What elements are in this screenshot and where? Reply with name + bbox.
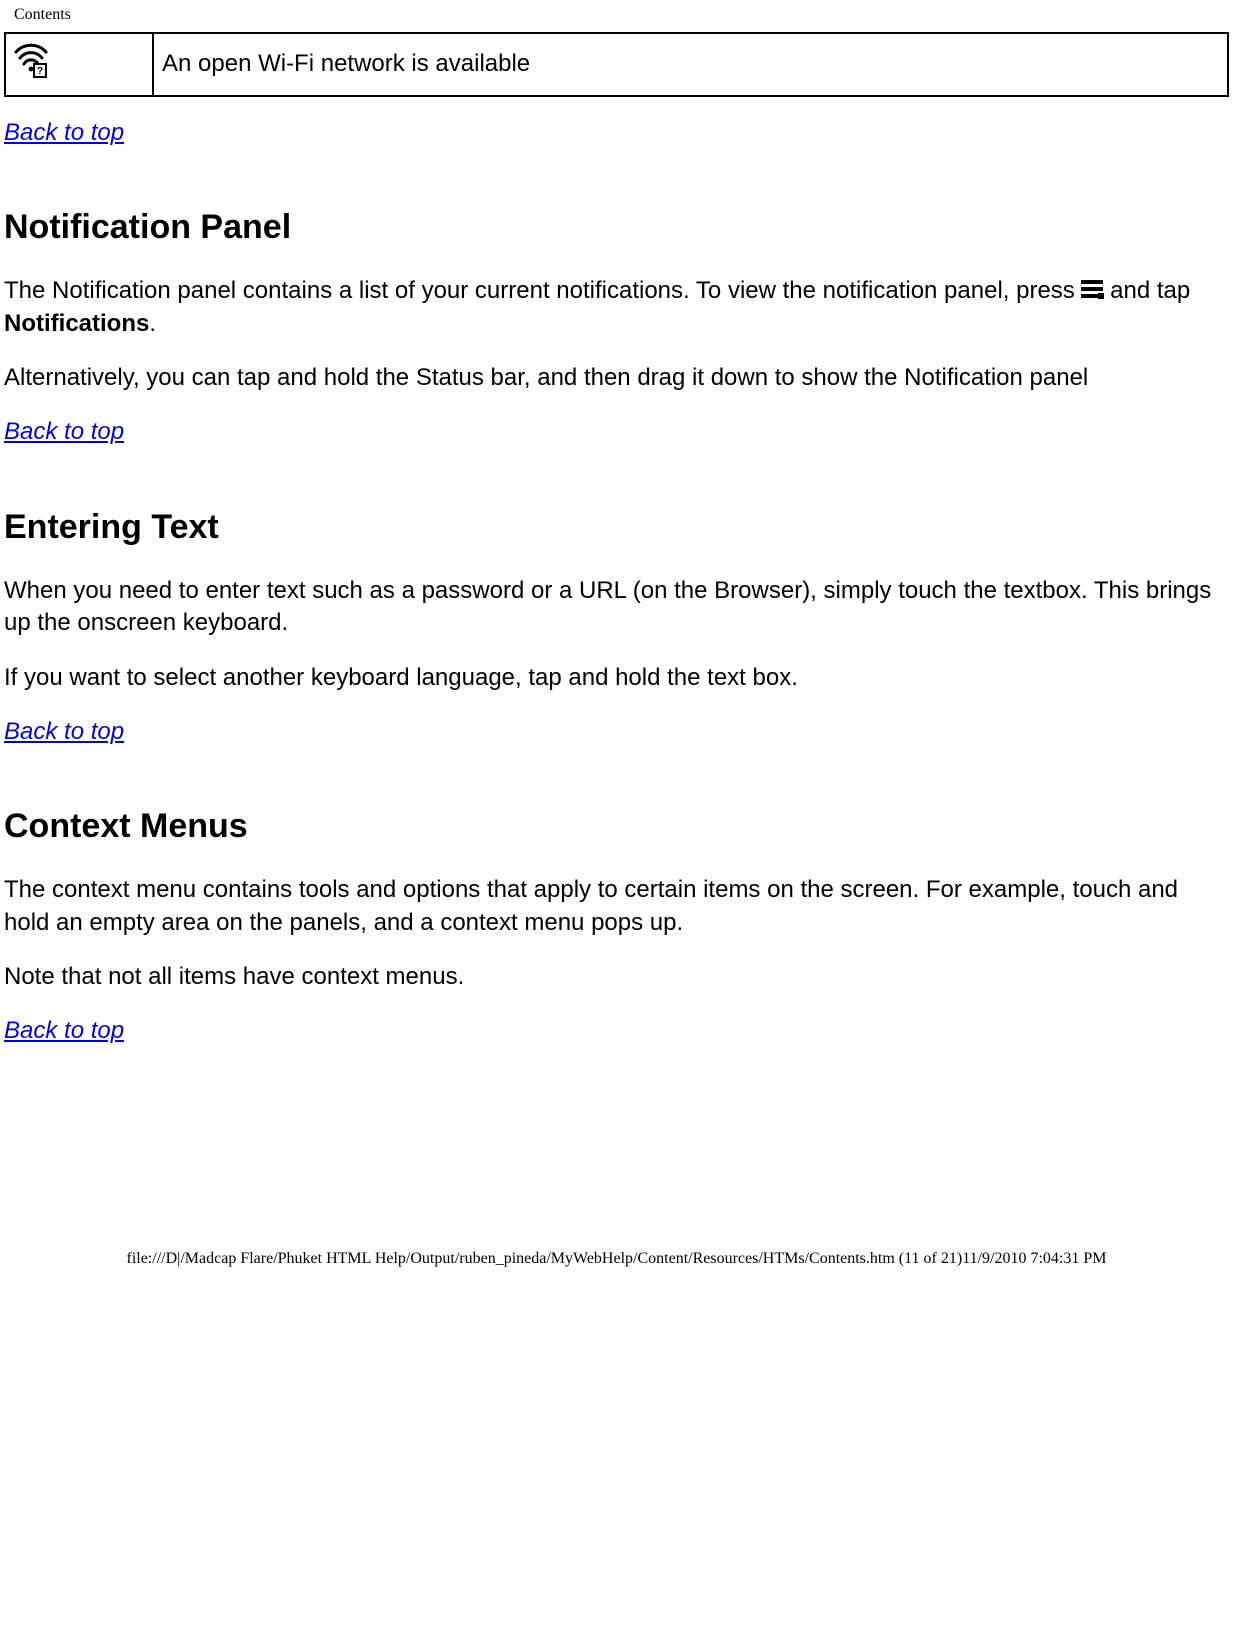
text-fragment: The Notification panel contains a list o… — [4, 277, 1081, 304]
wifi-open-icon: ? — [14, 57, 48, 84]
text-fragment: and tap — [1103, 277, 1190, 304]
heading-context-menus: Context Menus — [4, 804, 1229, 850]
heading-notification-panel: Notification Panel — [4, 205, 1229, 251]
text-fragment: . — [149, 310, 156, 337]
table-row: ? An open Wi-Fi network is available — [5, 33, 1228, 96]
heading-entering-text: Entering Text — [4, 505, 1229, 551]
context-menus-para-1: The context menu contains tools and opti… — [4, 874, 1229, 939]
wifi-icon-cell: ? — [5, 33, 153, 96]
back-to-top-link[interactable]: Back to top — [4, 119, 124, 146]
back-to-top-link[interactable]: Back to top — [4, 718, 124, 745]
menu-icon — [1081, 280, 1103, 302]
entering-text-para-1: When you need to enter text such as a pa… — [4, 575, 1229, 640]
footer-file-path: file:///D|/Madcap Flare/Phuket HTML Help… — [0, 1248, 1233, 1280]
notification-row-text: An open Wi-Fi network is available — [153, 33, 1228, 96]
entering-text-para-2: If you want to select another keyboard l… — [4, 662, 1229, 694]
text-bold: Notifications — [4, 310, 149, 337]
notification-row-table: ? An open Wi-Fi network is available — [4, 32, 1229, 97]
notif-panel-para-2: Alternatively, you can tap and hold the … — [4, 362, 1229, 394]
page-header-label: Contents — [0, 0, 1233, 28]
context-menus-para-2: Note that not all items have context men… — [4, 961, 1229, 993]
back-to-top-link[interactable]: Back to top — [4, 1017, 124, 1044]
back-to-top-link[interactable]: Back to top — [4, 418, 124, 445]
notif-panel-para-1: The Notification panel contains a list o… — [4, 275, 1229, 340]
svg-text:?: ? — [37, 66, 43, 77]
